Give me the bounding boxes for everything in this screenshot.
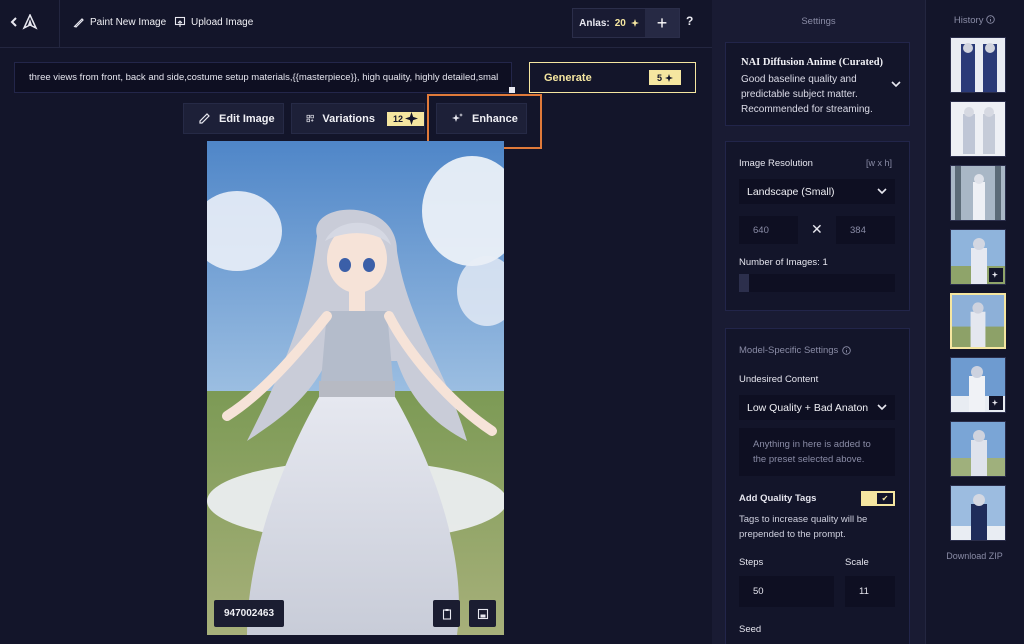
chevron-down-icon[interactable]	[891, 81, 901, 88]
history-thumbnail[interactable]	[950, 357, 1006, 413]
quality-tags-description: Tags to increase quality will be prepend…	[739, 514, 868, 540]
checkmark-icon: ✔	[877, 493, 893, 504]
sparkle-icon	[989, 268, 1003, 282]
generate-cost: 5	[656, 72, 662, 83]
info-icon[interactable]	[986, 15, 995, 24]
save-image-button[interactable]	[469, 600, 496, 627]
variations-label: Variations	[322, 112, 375, 125]
anime-girl-illustration	[207, 141, 504, 635]
help-button[interactable]: ?	[686, 14, 693, 28]
undesired-content-textarea[interactable]: Anything in here is added to the preset …	[739, 428, 895, 476]
chevron-down-icon	[877, 188, 887, 195]
history-thumbnail[interactable]	[950, 165, 1006, 221]
save-icon	[477, 608, 488, 619]
resolution-hint: [w x h]	[866, 158, 893, 168]
history-heading: History	[925, 15, 1024, 26]
model-specific-label: Model-Specific Settings	[739, 345, 839, 356]
undesired-content-select[interactable]: Low Quality + Bad Anaton	[739, 395, 895, 420]
download-zip-button[interactable]: Download ZIP	[925, 551, 1024, 561]
history-title: History	[953, 15, 984, 26]
seed-chip[interactable]: 947002463	[214, 600, 284, 627]
num-images-slider-thumb[interactable]	[739, 274, 749, 292]
resolution-select[interactable]: Landscape (Small)	[739, 179, 895, 204]
info-icon[interactable]	[842, 346, 852, 355]
prompt-input[interactable]: three views from front, back and side,co…	[14, 62, 512, 93]
scale-label: Scale	[845, 557, 869, 568]
steps-label: Steps	[739, 557, 764, 568]
num-images-value: 1	[822, 257, 828, 268]
model-specific-heading: Model-Specific Settings	[739, 345, 852, 356]
history-thumbnail[interactable]	[950, 101, 1006, 157]
variations-cost: 12	[392, 113, 403, 124]
height-input[interactable]: 384	[836, 216, 895, 244]
variations-cost-badge: 12	[386, 111, 424, 126]
novelai-logo-icon	[22, 14, 38, 30]
anlas-balance: Anlas: 20 +	[572, 8, 680, 38]
num-images-row: Number of Images: 1	[739, 257, 828, 268]
resolution-label: Image Resolution	[739, 158, 813, 169]
anlas-icon	[630, 19, 639, 27]
settings-title: Settings	[801, 16, 836, 27]
num-images-slider[interactable]	[739, 274, 895, 292]
edit-image-button[interactable]: Edit Image	[183, 103, 284, 134]
num-images-label: Number of Images:	[739, 257, 820, 268]
resize-handle[interactable]	[509, 87, 515, 93]
copy-to-clipboard-button[interactable]	[433, 600, 460, 627]
undesired-content-value: Low Quality + Bad Anaton	[747, 401, 869, 414]
anlas-display: Anlas: 20	[573, 9, 645, 37]
width-input[interactable]: 640	[739, 216, 798, 244]
topbar-separator	[59, 0, 60, 47]
upload-icon	[174, 16, 186, 27]
chevron-down-icon	[877, 404, 887, 411]
generate-label: Generate	[544, 71, 592, 84]
sparkle-icon	[989, 396, 1003, 410]
quality-tags-label: Add Quality Tags	[739, 493, 817, 504]
generate-button[interactable]: Generate 5	[529, 62, 696, 93]
anlas-label: Anlas:	[579, 17, 610, 29]
undesired-content-label: Undesired Content	[739, 374, 819, 385]
clipboard-icon	[442, 608, 451, 620]
generated-image[interactable]	[207, 141, 504, 635]
history-thumbnail[interactable]	[950, 37, 1006, 93]
pencil-icon	[199, 113, 210, 124]
model-preset-description: Good baseline quality and predictable su…	[741, 74, 873, 115]
upload-image-label: Upload Image	[191, 16, 254, 28]
edit-image-label: Edit Image	[219, 112, 275, 125]
brush-icon	[73, 18, 84, 28]
variations-button[interactable]: Variations 12	[291, 103, 425, 134]
steps-input[interactable]: 50	[739, 576, 834, 607]
resolution-value: Landscape (Small)	[747, 185, 835, 198]
paint-new-image-label: Paint New Image	[90, 16, 167, 28]
topbar-divider	[0, 47, 712, 48]
anlas-icon	[665, 73, 673, 82]
history-thumbnail-selected[interactable]	[950, 293, 1006, 349]
anlas-icon	[405, 112, 418, 125]
history-thumbnail[interactable]	[950, 229, 1006, 285]
scale-input[interactable]: 11	[845, 576, 895, 607]
generate-cost-badge: 5	[648, 70, 681, 85]
variations-icon	[306, 114, 314, 123]
history-thumbnail[interactable]	[950, 485, 1006, 541]
back-and-logo[interactable]	[10, 14, 38, 30]
times-icon: ✕	[811, 221, 823, 237]
anlas-count: 20	[614, 17, 626, 29]
buy-anlas-button[interactable]: +	[645, 9, 679, 37]
upload-image-button[interactable]: Upload Image	[174, 16, 253, 28]
seed-label: Seed	[739, 624, 762, 635]
paint-new-image-button[interactable]: Paint New Image	[73, 16, 166, 28]
history-thumbnail[interactable]	[950, 421, 1006, 477]
model-preset-title: NAI Diffusion Anime (Curated)	[741, 57, 884, 68]
chevron-left-icon[interactable]	[10, 17, 18, 27]
